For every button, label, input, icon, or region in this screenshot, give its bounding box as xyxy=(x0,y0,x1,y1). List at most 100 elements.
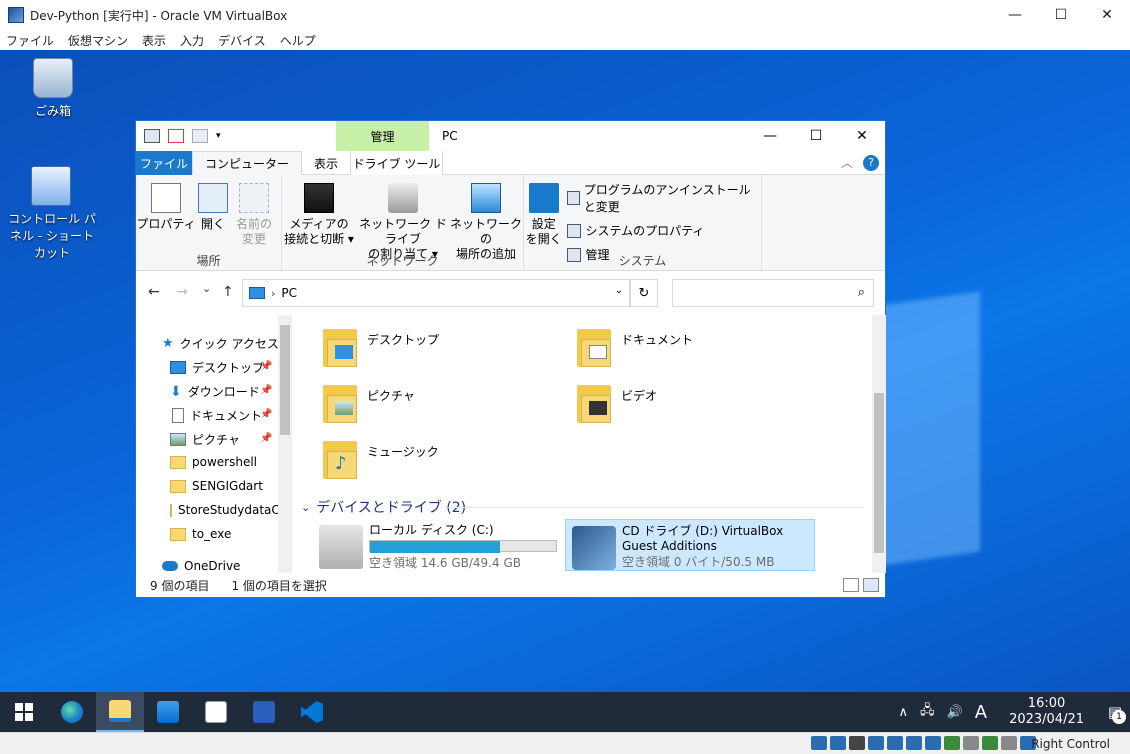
folder-music[interactable]: ♪ ミュージック xyxy=(323,437,439,479)
action-center-button[interactable]: ▤ 1 xyxy=(1100,692,1130,732)
nav-desktop[interactable]: デスクトップ xyxy=(170,359,264,376)
network-icon[interactable] xyxy=(868,736,884,750)
host-minimize-button[interactable]: — xyxy=(992,0,1038,30)
open-icon xyxy=(198,183,228,213)
nav-folder-sengigdart[interactable]: SENGIGdart xyxy=(170,479,263,493)
tab-file[interactable]: ファイル xyxy=(136,151,192,175)
taskbar-edge[interactable] xyxy=(48,692,96,732)
volume-icon[interactable]: 🔊 xyxy=(947,705,963,720)
taskbar-file-explorer[interactable] xyxy=(96,692,144,732)
forward-button[interactable]: → xyxy=(176,284,188,300)
help-icon[interactable]: ? xyxy=(863,154,879,171)
nav-folder-powershell[interactable]: powershell xyxy=(170,455,257,469)
taskbar-powershell[interactable] xyxy=(240,692,288,732)
back-button[interactable]: ← xyxy=(148,284,160,300)
tab-view[interactable]: 表示 xyxy=(302,151,350,175)
optical-icon[interactable] xyxy=(830,736,846,750)
document-icon xyxy=(172,408,184,423)
cpu-icon[interactable] xyxy=(982,736,998,750)
properties-quick-icon[interactable] xyxy=(168,129,184,143)
nav-pane-scrollbar[interactable] xyxy=(278,315,291,573)
navigation-pane: ★ クイック アクセス デスクトップ 📌 ⬇ ダウンロード 📌 ドキュメント 📌… xyxy=(136,315,292,573)
host-status-bar: Right Control xyxy=(0,732,1130,754)
audio-icon[interactable] xyxy=(849,736,865,750)
nav-pictures[interactable]: ピクチャ xyxy=(170,431,240,448)
display-icon[interactable] xyxy=(925,736,941,750)
video-capture-icon[interactable] xyxy=(944,736,960,750)
folder-label: ピクチャ xyxy=(367,389,415,403)
recording-icon[interactable] xyxy=(963,736,979,750)
address-bar[interactable]: › PC ⌄ xyxy=(242,279,630,307)
show-hidden-icons-chevron-icon[interactable]: ∧ xyxy=(899,705,909,720)
breadcrumb-separator[interactable]: › xyxy=(271,287,275,300)
rename-icon xyxy=(239,183,269,213)
explorer-titlebar: ▾ 管理 PC — ☐ ✕ xyxy=(136,121,885,151)
drive-d[interactable]: CD ドライブ (D:) VirtualBox Guest Additions … xyxy=(565,519,815,571)
host-maximize-button[interactable]: ☐ xyxy=(1038,0,1084,30)
folder-desktop[interactable]: デスクトップ xyxy=(323,325,439,367)
folder-pictures[interactable]: ピクチャ xyxy=(323,381,415,423)
nav-downloads[interactable]: ⬇ ダウンロード xyxy=(170,383,260,400)
host-menu-devices[interactable]: デバイス xyxy=(218,32,266,49)
drive-name: ローカル ディスク (C:) xyxy=(369,523,494,537)
desktop-icon-control-panel[interactable]: コントロール パネル - ショートカット xyxy=(6,166,96,261)
explorer-minimize-button[interactable]: — xyxy=(747,121,793,151)
desktop-icon-recycle-bin[interactable]: ごみ箱 xyxy=(8,58,98,119)
taskbar-vscode[interactable] xyxy=(288,692,336,732)
breadcrumb-pc[interactable]: PC xyxy=(281,286,297,300)
shared-folder-icon[interactable] xyxy=(906,736,922,750)
content-scrollbar[interactable] xyxy=(872,315,886,573)
system-properties-button[interactable]: システムのプロパティ xyxy=(567,222,757,239)
devices-group-header[interactable]: ⌄ デバイスとドライブ (2) xyxy=(301,497,466,517)
nav-folder-to-exe[interactable]: to_exe xyxy=(170,527,231,541)
nav-folder-storestudydata[interactable]: StoreStudydataC xyxy=(170,503,278,517)
uninstall-program-button[interactable]: プログラムのアンインストールと変更 xyxy=(567,181,757,215)
host-menu-view[interactable]: 表示 xyxy=(142,32,166,49)
mouse-integration-icon[interactable] xyxy=(1001,736,1017,750)
ribbon-group-label: 場所 xyxy=(196,254,221,268)
system-properties-label: システムのプロパティ xyxy=(585,224,705,238)
ime-mode-indicator[interactable]: A xyxy=(975,702,987,723)
quick-access-toolbar: ▾ xyxy=(144,129,221,143)
hdd-icon[interactable] xyxy=(811,736,827,750)
start-button[interactable] xyxy=(0,692,48,732)
pictures-icon xyxy=(170,433,186,446)
explorer-maximize-button[interactable]: ☐ xyxy=(793,121,839,151)
folder-documents[interactable]: ドキュメント xyxy=(577,325,693,367)
cloud-icon xyxy=(162,561,178,571)
clock[interactable]: 16:00 2023/04/21 xyxy=(1003,696,1090,728)
drive-c[interactable]: ローカル ディスク (C:) 空き領域 14.6 GB/49.4 GB xyxy=(313,519,563,571)
up-button[interactable]: ↑ xyxy=(222,284,234,300)
host-close-button[interactable]: ✕ xyxy=(1084,0,1130,30)
new-folder-quick-icon[interactable] xyxy=(192,129,208,143)
host-menu-machine[interactable]: 仮想マシン xyxy=(68,32,128,49)
folder-videos[interactable]: ビデオ xyxy=(577,381,657,423)
explorer-close-button[interactable]: ✕ xyxy=(839,121,885,151)
folder-label: ビデオ xyxy=(621,389,658,403)
host-menu-input[interactable]: 入力 xyxy=(180,32,204,49)
scrollbar-thumb[interactable] xyxy=(874,393,884,553)
customize-toolbar-chevron-icon[interactable]: ▾ xyxy=(216,131,221,141)
address-history-dropdown-icon[interactable]: ⌄ xyxy=(615,285,623,296)
virtualbox-cd-icon xyxy=(572,526,616,570)
nav-onedrive[interactable]: OneDrive xyxy=(162,559,240,573)
usb-icon[interactable] xyxy=(887,736,903,750)
collapse-ribbon-icon[interactable]: ︿ xyxy=(841,154,853,171)
nav-quick-access[interactable]: ★ クイック アクセス xyxy=(162,335,279,352)
tab-drive-tools[interactable]: ドライブ ツール xyxy=(350,151,444,175)
search-input[interactable]: ⌕ xyxy=(672,279,874,307)
large-icons-view-icon[interactable] xyxy=(863,578,879,592)
host-menu-file[interactable]: ファイル xyxy=(6,32,54,49)
host-menu-help[interactable]: ヘルプ xyxy=(280,32,316,49)
recent-locations-button[interactable]: ⌄ xyxy=(202,282,211,295)
network-icon[interactable]: 🖧 xyxy=(920,701,935,723)
scrollbar-thumb[interactable] xyxy=(280,325,290,435)
refresh-button[interactable]: ↻ xyxy=(630,279,658,307)
nav-documents[interactable]: ドキュメント xyxy=(172,407,262,424)
tab-computer[interactable]: コンピューター xyxy=(192,151,303,175)
details-view-icon[interactable] xyxy=(843,578,859,592)
taskbar-notepad[interactable] xyxy=(192,692,240,732)
taskbar: ∧ 🖧 🔊 A 16:00 2023/04/21 ▤ 1 xyxy=(0,692,1130,732)
address-row: ← → ⌄ ↑ › PC ⌄ ↻ ⌕ xyxy=(136,271,885,315)
taskbar-store[interactable] xyxy=(144,692,192,732)
